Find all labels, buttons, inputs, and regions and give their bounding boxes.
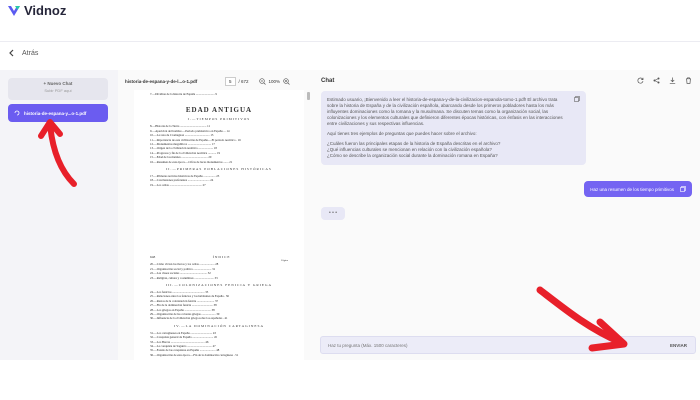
share-icon[interactable] <box>653 77 660 84</box>
trash-icon[interactable] <box>685 77 692 84</box>
zoom-level: 100% <box>268 78 281 84</box>
sidebar: + Nuevo Chat Subir PDF aquí historia-de-… <box>8 78 108 122</box>
back-button[interactable]: Atrás <box>8 49 38 57</box>
download-icon[interactable] <box>669 77 676 84</box>
pdf-lines-c: 20.—Cómo vivían los iberos y los celtas … <box>134 262 304 280</box>
pdf-section-sub-3: III.—COLONIZACIONES FENICIA Y GRIEGA <box>165 282 273 287</box>
new-chat-button[interactable]: + Nuevo Chat Subir PDF aquí <box>8 78 108 100</box>
pdf-lines-d: 24.—Los fenicios .......................… <box>134 290 304 321</box>
annotation-arrow-left <box>38 119 77 187</box>
user-message: Haz una resumen de los tiempo primitivos <box>584 181 692 197</box>
chat-panel: Chat Estimado usuario, ¡Bienvenido a lee… <box>314 70 700 360</box>
brand-name: Vidnoz <box>24 3 67 18</box>
pdf-viewer: historia-de-espana-y-de-l...o-1.pdf 5 / … <box>118 70 314 360</box>
pdf-text-line: 30.—Influencia de la civilización griega… <box>150 316 228 321</box>
pdf-lines-top: 7.—Dívidion de la historia de España ...… <box>134 90 304 96</box>
bot-question-list: ¿Cuáles fueron las principales etapas de… <box>327 141 566 159</box>
zoom-controls: 100% <box>258 77 291 85</box>
pdf-file-name: historia-de-espana-y-de-l...o-1.pdf <box>125 78 198 84</box>
zoom-in-icon[interactable] <box>283 77 290 85</box>
pdf-section-sub-2: II.—PRIMERAS POBLACIONES HISTÓRICAS <box>166 167 272 172</box>
pdf-lines-e: 31.—Los cartagineses en España .........… <box>134 331 304 357</box>
bot-question-item: ¿Cómo se describe la organización social… <box>327 153 498 158</box>
back-label: Atrás <box>22 49 39 57</box>
pdf-toolbar: historia-de-espana-y-de-l...o-1.pdf 5 / … <box>118 70 314 92</box>
page-total: / 672 <box>238 78 249 84</box>
pdf-text-line: 36.—Organización de esta época.—Fin de l… <box>150 352 239 357</box>
pdf-lines-a: 8.—Historia de la Tierra ...............… <box>134 124 304 164</box>
copy-icon[interactable] <box>680 186 686 192</box>
page-number-input[interactable]: 5 <box>225 76 236 86</box>
copy-icon[interactable] <box>574 96 580 102</box>
chat-file-icon <box>14 110 20 116</box>
pdf-section-sub: I.—TIEMPOS PRIMITIVOS <box>187 117 251 122</box>
pdf-scrollbar[interactable] <box>307 92 310 352</box>
pdf-page2-col: Página <box>281 259 288 263</box>
new-chat-label: + Nuevo Chat <box>43 81 73 86</box>
pdf-lines-b: 17.—Primeras noticias históricas de Espa… <box>134 174 304 187</box>
top-bar: Vidnoz <box>0 0 700 42</box>
user-message-text: Haz una resumen de los tiempo primitivos <box>590 186 674 192</box>
pdf-page: 7.—Dívidion de la historia de España ...… <box>134 90 304 360</box>
pdf-page2-title: ÍNDICE <box>212 255 231 260</box>
pdf-text-line: 7.—Dívidion de la historia de España ...… <box>150 92 217 96</box>
pdf-page2-number: 648 <box>150 255 156 260</box>
bot-message-intro: Estimado usuario, ¡Bienvenido a leer el … <box>327 97 563 126</box>
chat-toolbar <box>637 77 692 84</box>
vidnoz-logo-icon <box>8 5 20 16</box>
chevron-left-icon <box>9 49 14 57</box>
annotation-arrow-right <box>536 286 628 352</box>
chat-title: Chat <box>321 78 335 84</box>
new-chat-sublabel: Subir PDF aquí <box>44 88 72 93</box>
refresh-icon[interactable] <box>637 77 644 84</box>
sub-nav-bar: Atrás <box>0 43 700 69</box>
bot-message: Estimado usuario, ¡Bienvenido a leer el … <box>321 91 586 165</box>
bot-questions-intro: Aquí tienes tres ejemplos de preguntas q… <box>327 131 477 136</box>
send-button[interactable]: ENVIAR <box>670 343 695 348</box>
pdf-section-sub-4: IV.—LA DOMINACIÓN CARTAGINESA <box>174 323 264 328</box>
pdf-section-heading: EDAD ANTIGUA <box>185 106 253 115</box>
pdf-text-line: 16.—Resumen de esta época.—Cifras de luc… <box>150 159 233 164</box>
typing-indicator: • • • <box>321 207 345 220</box>
pdf-text-line: 23.—Religión, cultura y costumbres .....… <box>150 275 218 280</box>
zoom-out-icon[interactable] <box>258 77 266 85</box>
sidebar-file-label: historia-de-espana-y...o-1.pdf <box>24 110 87 116</box>
brand-logo[interactable]: Vidnoz <box>6 3 66 18</box>
chat-input-bar: ENVIAR <box>320 336 696 354</box>
